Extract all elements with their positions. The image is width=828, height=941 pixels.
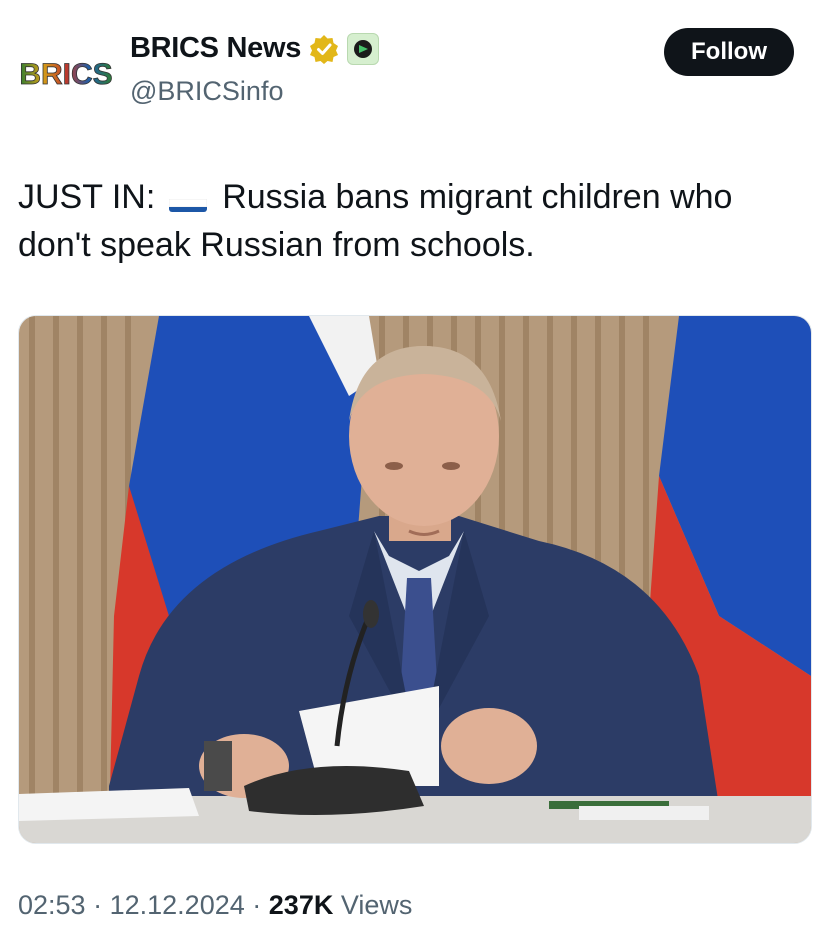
brics-logo-icon: BRICS xyxy=(19,58,113,92)
tweet-meta: 02:53 · 12.12.2024 · 237K Views xyxy=(18,890,412,921)
views-label: Views xyxy=(340,890,413,920)
tweet-media-image[interactable] xyxy=(18,315,812,844)
verified-badge-icon xyxy=(310,34,339,64)
brics-logo-avatar[interactable]: BRICS xyxy=(18,44,114,104)
svg-text:BRICS: BRICS xyxy=(19,58,112,91)
press-photo xyxy=(19,316,811,843)
tweet-text: JUST IN: Russia bans migrant children wh… xyxy=(18,173,808,269)
tweet-header: BRICS BRICS News @BRICSinfo Follow xyxy=(0,0,828,130)
meta-separator: · xyxy=(252,890,262,920)
russia-flag-icon xyxy=(168,188,207,212)
tweet-text-prefix: JUST IN: xyxy=(18,178,156,216)
affiliate-logo-icon xyxy=(354,39,373,58)
tweet-time[interactable]: 02:53 xyxy=(18,890,86,920)
affiliate-badge-icon[interactable] xyxy=(347,32,380,65)
tweet-date[interactable]: 12.12.2024 xyxy=(110,890,245,920)
meta-separator: · xyxy=(93,890,103,920)
follow-button[interactable]: Follow xyxy=(664,28,794,76)
user-handle[interactable]: @BRICSinfo xyxy=(130,76,283,107)
display-name[interactable]: BRICS News xyxy=(130,32,301,65)
views-count[interactable]: 237K xyxy=(269,890,334,920)
